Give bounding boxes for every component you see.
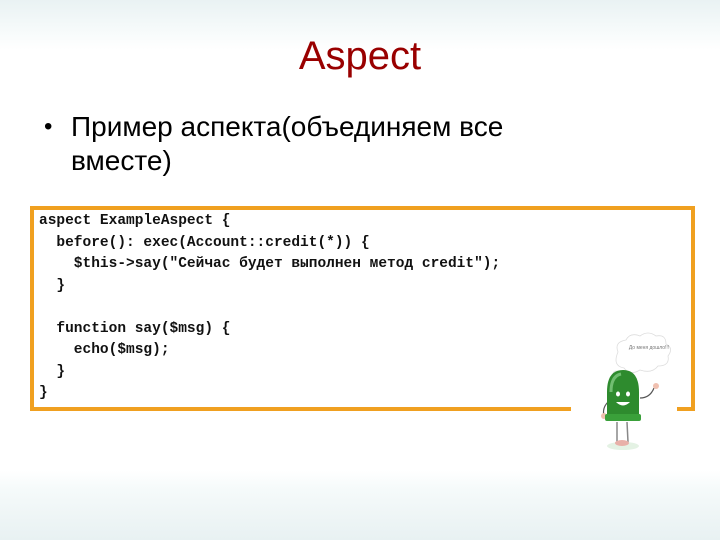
- code-line: }: [39, 385, 48, 401]
- bullet-item: • Пример аспекта(объединяем все вместе): [44, 110, 604, 178]
- bullet-list: • Пример аспекта(объединяем все вместе): [44, 110, 604, 178]
- code-box-bottom-border-left: [30, 407, 571, 411]
- code-line: before(): exec(Account::credit(*)) {: [39, 234, 370, 251]
- code-line: function say($msg) {: [39, 320, 231, 337]
- code-line: }: [39, 363, 66, 380]
- code-line: }: [39, 277, 66, 294]
- thought-bubble-text: До меня дошло!!!: [628, 345, 670, 351]
- code-line: aspect ExampleAspect {: [39, 213, 231, 229]
- code-line: $this->say("Сейчас будет выполнен метод …: [39, 256, 501, 272]
- slide-title: Aspect: [298, 34, 422, 78]
- code-line: echo($msg);: [39, 342, 170, 358]
- bullet-text: Пример аспекта(объединяем все вместе): [71, 111, 504, 176]
- code-block: aspect ExampleAspect { before(): exec(Ac…: [39, 211, 500, 405]
- bullet-dot-icon: •: [44, 113, 53, 140]
